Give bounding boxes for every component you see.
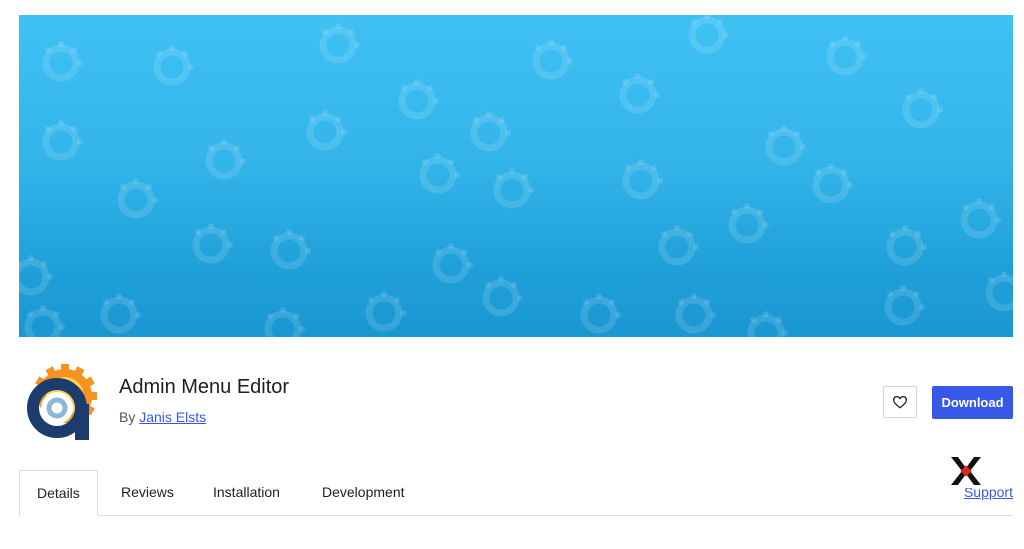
author-link[interactable]: Janis Elsts — [139, 409, 206, 425]
plugin-tabs: Details Reviews Installation Development… — [19, 470, 1013, 516]
tab-installation[interactable]: Installation — [213, 470, 280, 515]
plugin-byline: By Janis Elsts — [119, 409, 206, 425]
plugin-logo — [19, 364, 101, 444]
plugin-page: Admin Menu Editor By Janis Elsts Downloa… — [0, 0, 1024, 549]
byline-prefix: By — [119, 409, 136, 425]
tab-reviews[interactable]: Reviews — [121, 470, 174, 515]
favorite-button[interactable] — [883, 386, 917, 418]
tab-development[interactable]: Development — [322, 470, 405, 515]
download-button[interactable]: Download — [932, 386, 1013, 419]
tab-details[interactable]: Details — [19, 470, 98, 516]
heart-outline-icon — [893, 395, 907, 408]
plugin-title: Admin Menu Editor — [119, 376, 290, 398]
banner-pattern — [19, 15, 1013, 337]
plugin-banner — [19, 15, 1013, 337]
watermark-logo — [948, 454, 984, 488]
